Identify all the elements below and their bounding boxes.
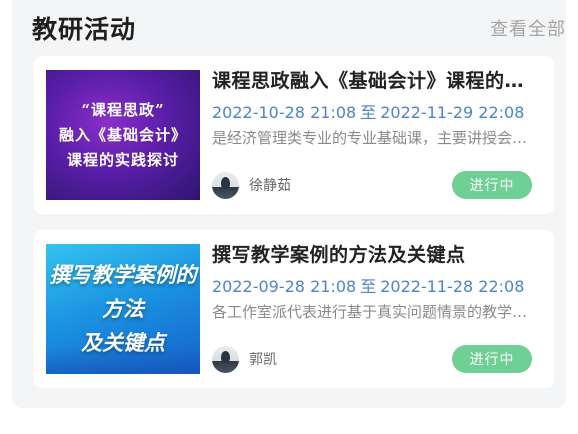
date-separator: 至 [360,277,377,296]
start-date: 2022-09-28 21:08 [212,277,357,296]
author-name: 徐静茹 [249,178,291,194]
status-badge: 进行中 [452,171,532,199]
author: 郭凯 [212,345,277,373]
thumbnail-text: 课程的实践探讨 [66,150,179,169]
section-title: 教研活动 [32,15,137,44]
author: 徐静茹 [212,171,291,199]
activity-date-range: 2022-09-28 21:08 至 2022-11-28 22:08 [212,275,542,299]
activity-info: 课程思政融入《基础会计》课程的实践探讨 2022-10-28 21:08至202… [212,66,542,150]
section-header: 教研活动 查看全部 [32,8,566,48]
activity-footer: 郭凯 进行中 [212,344,532,374]
activity-card[interactable]: 撰写教学案例的方法 及关键点 撰写教学案例的方法及关键点 2022-09-28 … [34,230,554,388]
thumbnail-text: “课程思政” [81,100,165,119]
status-badge: 进行中 [452,345,532,373]
activity-card[interactable]: “课程思政” 融入《基础会计》 课程的实践探讨 课程思政融入《基础会计》课程的实… [34,56,554,214]
author-name: 郭凯 [249,352,277,368]
start-date: 2022-10-28 21:08 [212,103,357,122]
activity-date-range: 2022-10-28 21:08 至 2022-11-29 22:08 [212,101,542,125]
thumbnail-text: 融入《基础会计》 [58,125,187,144]
teaching-activities-panel: 教研活动 查看全部 “课程思政” 融入《基础会计》 课程的实践探讨 课程思政融入… [12,0,566,408]
thumbnail-text: 撰写教学案例的方法 [49,262,197,321]
activity-thumbnail[interactable]: 撰写教学案例的方法 及关键点 [46,244,200,374]
activity-title[interactable]: 课程思政融入《基础会计》课程的实践探讨 [212,66,542,96]
end-date: 2022-11-28 22:08 [380,277,525,296]
activity-info: 撰写教学案例的方法及关键点 2022-09-28 21:08 至 2022-11-2… [212,240,542,324]
end-date: 2022-11-29 22:08 [380,103,525,122]
activity-description: 各工作室派代表进行基于真实问题情景的教学案例撰写分享 [212,303,542,321]
thumbnail-text: 及关键点 [81,330,165,355]
avatar [212,345,239,373]
avatar [212,171,239,199]
date-separator: 至 [360,103,377,122]
activity-thumbnail[interactable]: “课程思政” 融入《基础会计》 课程的实践探讨 [46,70,200,200]
view-all-link[interactable]: 查看全部 [490,15,566,41]
activity-description: 是经济管理类专业的专业基础课，主要讲授会计的基本理论、基本方法和基本技能 [212,129,542,147]
activity-title[interactable]: 撰写教学案例的方法及关键点 [212,240,542,270]
activity-footer: 徐静茹 进行中 [212,170,532,200]
